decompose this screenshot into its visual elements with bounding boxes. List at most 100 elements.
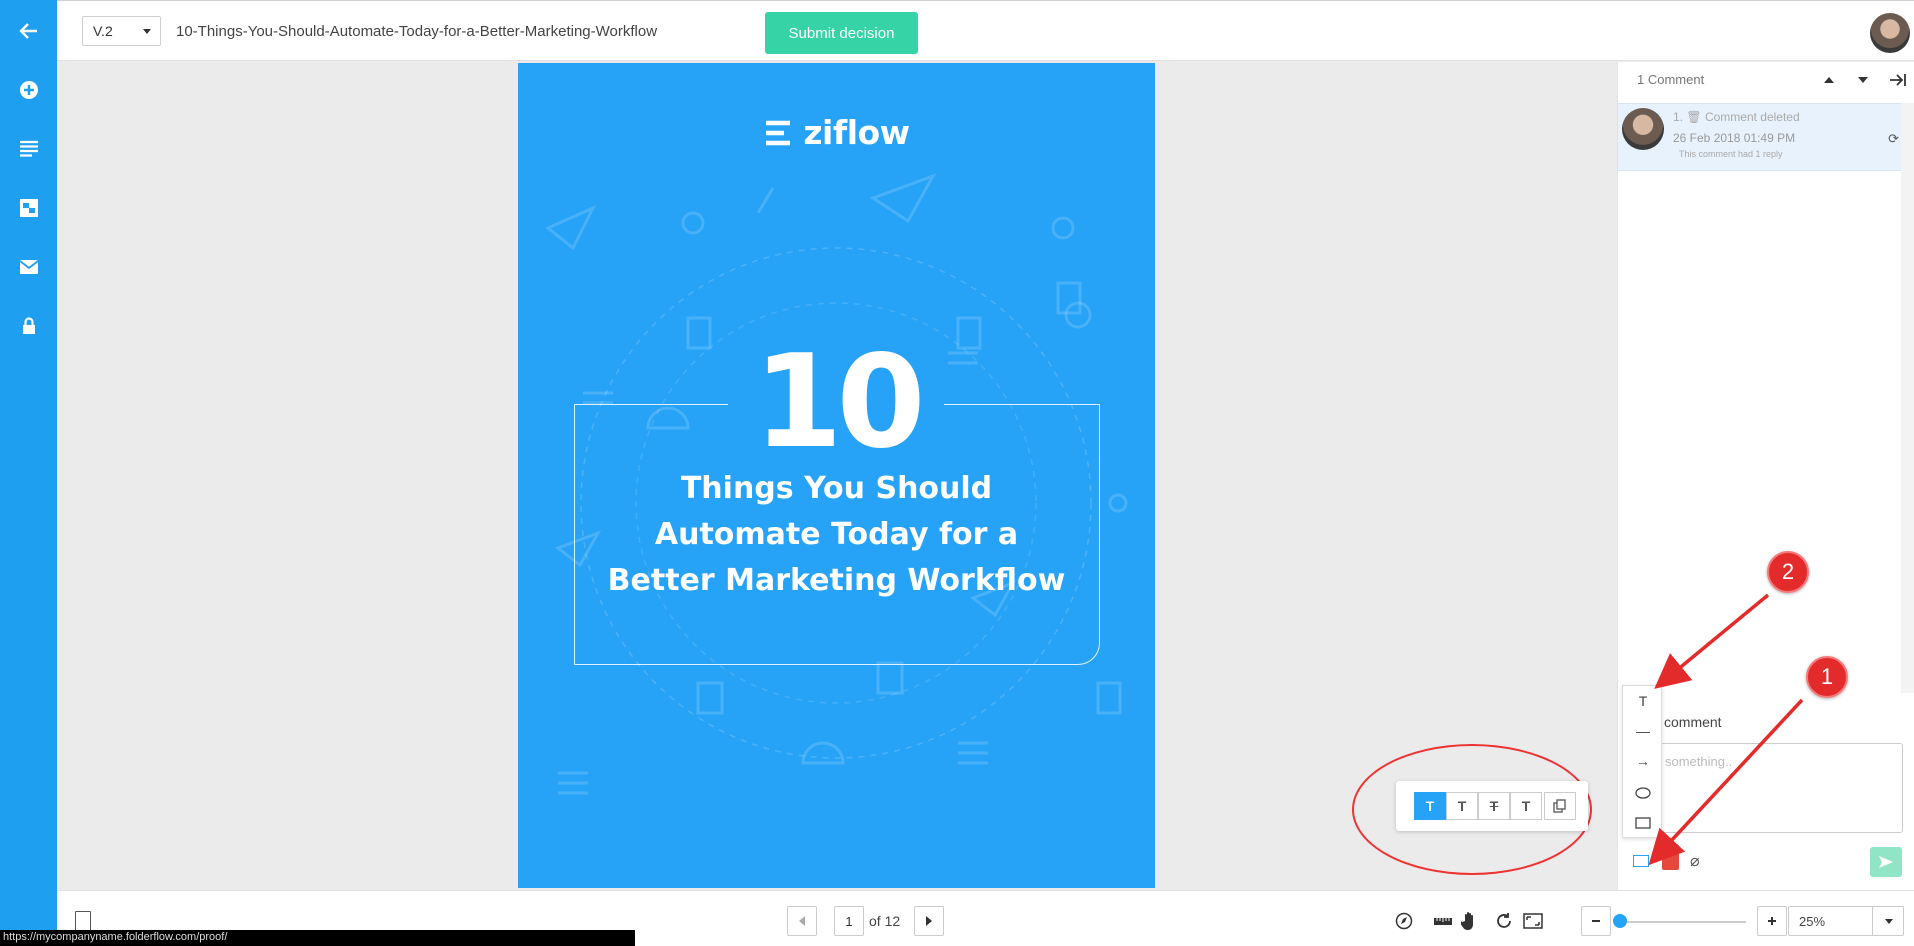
mail-button[interactable] [0,247,57,287]
status-bar-url: https://mycompanyname.folderflow.com/pro… [0,930,635,946]
logo-text: ziflow [803,113,910,152]
collapse-arrow-icon [1890,74,1906,86]
top-header: V.2 10-Things-You-Should-Automate-Today-… [57,0,1914,61]
zoom-value: 25% [1799,914,1826,929]
zoom-select[interactable]: 25% [1788,906,1904,936]
compare-button[interactable] [0,188,57,228]
plus-icon [1768,917,1776,925]
headline-line: Better Marketing Workflow [607,563,1066,598]
hand-icon [1461,912,1473,930]
text-style-clear-button[interactable]: T [1446,792,1478,820]
fit-page-button[interactable] [1521,909,1545,933]
zoom-slider-track[interactable] [1618,921,1746,923]
headline-line: Automate Today for a [654,517,1019,552]
comment-placeholder: something.. [1665,754,1733,769]
ruler-icon [1434,918,1452,925]
file-title: 10-Things-You-Should-Automate-Today-for-… [176,23,658,40]
back-button[interactable] [0,11,57,51]
comment-tools: ⌀ [1618,846,1914,877]
comments-scrollbar[interactable] [1901,103,1914,693]
annotation-shape-menu: T — → [1622,685,1662,838]
text-style-normal-label: T [1425,798,1435,814]
next-page-button[interactable] [914,906,944,936]
ziflow-logo: ziflow [518,113,1155,152]
left-sidebar [0,0,57,946]
text-style-insert-button[interactable]: T [1510,792,1542,820]
comment-status: Comment deleted [1704,110,1800,124]
comments-panel: 1 Comment 1. 🗑 Comment deleted 26 Feb 20… [1617,62,1914,890]
next-comment-button[interactable] [1852,71,1874,89]
rectangle-tool-button[interactable] [1623,808,1663,838]
add-circle-icon [19,81,38,99]
lock-icon [22,317,35,334]
send-icon [1879,856,1893,868]
line-tool-button[interactable]: — [1623,716,1663,746]
chevron-down-icon [1885,919,1893,924]
rectangle-icon [1635,817,1651,829]
comment-avatar [1622,108,1664,150]
text-style-insert-label: T [1521,798,1531,814]
chevron-down-icon [143,29,151,34]
text-tool-label: T [1638,693,1648,709]
page-number-input[interactable]: 1 [834,906,864,936]
text-style-strike-label: T [1489,798,1499,814]
compass-icon [1395,912,1413,930]
comment-count: 1 Comment [1637,72,1705,87]
version-select[interactable]: V.2 [82,16,161,46]
text-format-toolbar: T T T T [1396,781,1588,831]
text-style-normal-button[interactable]: T [1414,792,1446,820]
rotate-icon [1497,913,1511,928]
headline-line: Things You Should [680,471,993,506]
copy-icon [1553,799,1566,813]
add-button[interactable] [0,70,57,110]
previous-comment-button[interactable] [1818,71,1840,89]
page-total: of 12 [869,913,901,929]
shape-picker-button[interactable] [1633,855,1649,867]
app-root: V.2 10-Things-You-Should-Automate-Today-… [0,0,1914,946]
compass-button[interactable] [1392,909,1416,933]
list-icon [19,140,38,157]
rotate-button[interactable] [1492,909,1516,933]
refresh-icon[interactable]: ⟳ [1888,131,1899,147]
chevron-right-icon [926,916,932,926]
zoom-out-button[interactable] [1581,906,1611,936]
arrow-tool-button[interactable]: → [1623,746,1663,776]
text-tool-button[interactable]: T [1623,686,1663,716]
pan-button[interactable] [1458,909,1482,933]
user-avatar[interactable] [1870,13,1910,53]
comment-input[interactable]: something.. [1660,743,1903,833]
document-page[interactable]: ziflow 10 Things You Should Automate Tod… [518,63,1155,888]
collapse-panel-button[interactable] [1886,71,1908,89]
previous-page-button[interactable] [787,906,817,936]
headline-number: 10 [753,328,925,477]
comment-reply-note: This comment had 1 reply [1679,149,1783,159]
color-picker-button[interactable] [1662,853,1679,870]
lock-button[interactable] [0,306,57,346]
headline-title: Things You Should Automate Today for a B… [578,466,1095,604]
compare-icon [19,199,38,217]
zoom-select-divider [1872,907,1873,935]
comment-item[interactable]: 1. 🗑 Comment deleted 26 Feb 2018 01:49 P… [1618,103,1901,171]
caret-up-icon [1824,77,1834,83]
list-button[interactable] [0,129,57,169]
zoom-in-button[interactable] [1757,906,1787,936]
new-comment-heading: comment [1664,714,1722,730]
ruler-button[interactable] [1431,909,1455,933]
trash-icon: 🗑 [1686,110,1702,124]
ellipse-tool-button[interactable] [1623,778,1663,808]
comment-header: 1. 🗑 Comment deleted [1673,110,1800,124]
copy-button[interactable] [1544,792,1576,820]
zoom-slider-handle[interactable] [1613,914,1627,928]
arrow-tool-label: → [1636,753,1650,769]
chevron-left-icon [799,916,805,926]
text-style-strike-button[interactable]: T [1478,792,1510,820]
minus-icon [1592,920,1600,922]
paperclip-icon[interactable]: ⌀ [1690,851,1700,871]
annotation-badge-1: 1 [1806,656,1848,698]
submit-decision-button[interactable]: Submit decision [765,12,918,54]
text-style-clear-label: T [1457,798,1467,814]
line-tool-label: — [1636,723,1650,739]
send-comment-button[interactable] [1870,847,1902,877]
ellipse-icon [1635,787,1651,799]
caret-down-icon [1858,77,1868,83]
